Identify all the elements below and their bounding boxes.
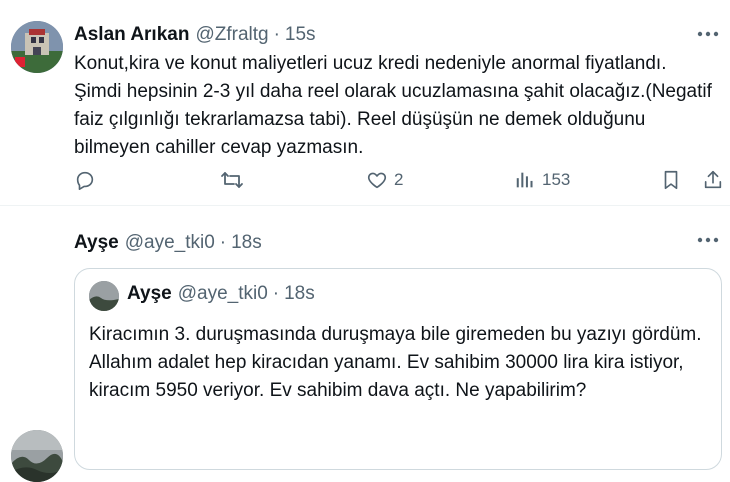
separator-dot: · xyxy=(273,24,280,45)
bookmark-icon xyxy=(660,169,682,191)
author-handle[interactable]: @Zfraltg xyxy=(195,24,268,46)
quoted-tweet[interactable]: Ayşe @aye_tki0 · 18s Kiracımın 3. duruşm… xyxy=(74,268,722,470)
like-button[interactable]: 2 xyxy=(366,169,403,191)
timestamp[interactable]: 15s xyxy=(285,24,316,46)
like-count: 2 xyxy=(394,170,404,189)
timestamp[interactable]: 18s xyxy=(231,232,262,254)
quoted-timestamp: 18s xyxy=(284,283,315,304)
quoted-author-handle: @aye_tki0 xyxy=(177,283,268,304)
tweet-text-line: Konut,kira ve konut maliyetleri ucuz kre… xyxy=(74,53,667,74)
author-name[interactable]: Aslan Arıkan xyxy=(74,24,189,46)
avatar[interactable] xyxy=(11,430,63,482)
author-name[interactable]: Ayşe xyxy=(74,232,119,254)
tweet-text-line: kiracım 5950 veriyor. Ev sahibim dava aç… xyxy=(89,380,587,401)
avatar xyxy=(89,281,119,311)
more-options-icon[interactable] xyxy=(696,228,720,252)
author-handle[interactable]: @aye_tki0 xyxy=(125,232,215,254)
share-icon xyxy=(702,169,724,191)
bookmark-button[interactable] xyxy=(660,169,682,191)
separator-dot: · xyxy=(219,232,227,253)
views-button[interactable]: 153 xyxy=(514,169,570,191)
quoted-author-name: Ayşe xyxy=(127,283,172,304)
tweet-text-line: Allahım adalet hep kiracıdan yanamı. Ev … xyxy=(89,352,684,373)
retweet-icon xyxy=(220,169,244,191)
action-bar: 2 153 xyxy=(74,168,724,196)
tweet-text-line: Kiracımın 3. duruşmasında duruşmaya bile… xyxy=(89,324,702,345)
tweet-text-line: Şimdi hepsinin 2-3 yıl daha reel olarak … xyxy=(74,81,712,102)
reply-button[interactable] xyxy=(74,169,96,191)
separator-dot: · xyxy=(272,283,280,304)
avatar[interactable] xyxy=(11,21,63,73)
share-button[interactable] xyxy=(702,169,724,191)
tweet-text-line: bilmeyen cahiller cevap yazmasın. xyxy=(74,137,364,158)
tweet-text: Konut,kira ve konut maliyetleri ucuz kre… xyxy=(74,50,714,162)
reply-icon xyxy=(74,169,96,191)
retweet-button[interactable] xyxy=(220,169,244,191)
views-icon xyxy=(514,169,536,191)
tweet-text-line: faiz çılgınlığı tekrarlamazsa tabi). Ree… xyxy=(74,109,646,130)
tweet[interactable]: Ayşe @aye_tki0 · 18s Ayşe @aye_tki0 · 18… xyxy=(0,206,730,482)
more-options-icon[interactable] xyxy=(696,22,720,46)
quoted-tweet-text: Kiracımın 3. duruşmasında duruşmaya bile… xyxy=(89,321,714,405)
tweet[interactable]: Aslan Arıkan @Zfraltg · 15s Konut,kira v… xyxy=(0,0,730,205)
views-count: 153 xyxy=(542,170,571,189)
heart-icon xyxy=(366,169,388,191)
